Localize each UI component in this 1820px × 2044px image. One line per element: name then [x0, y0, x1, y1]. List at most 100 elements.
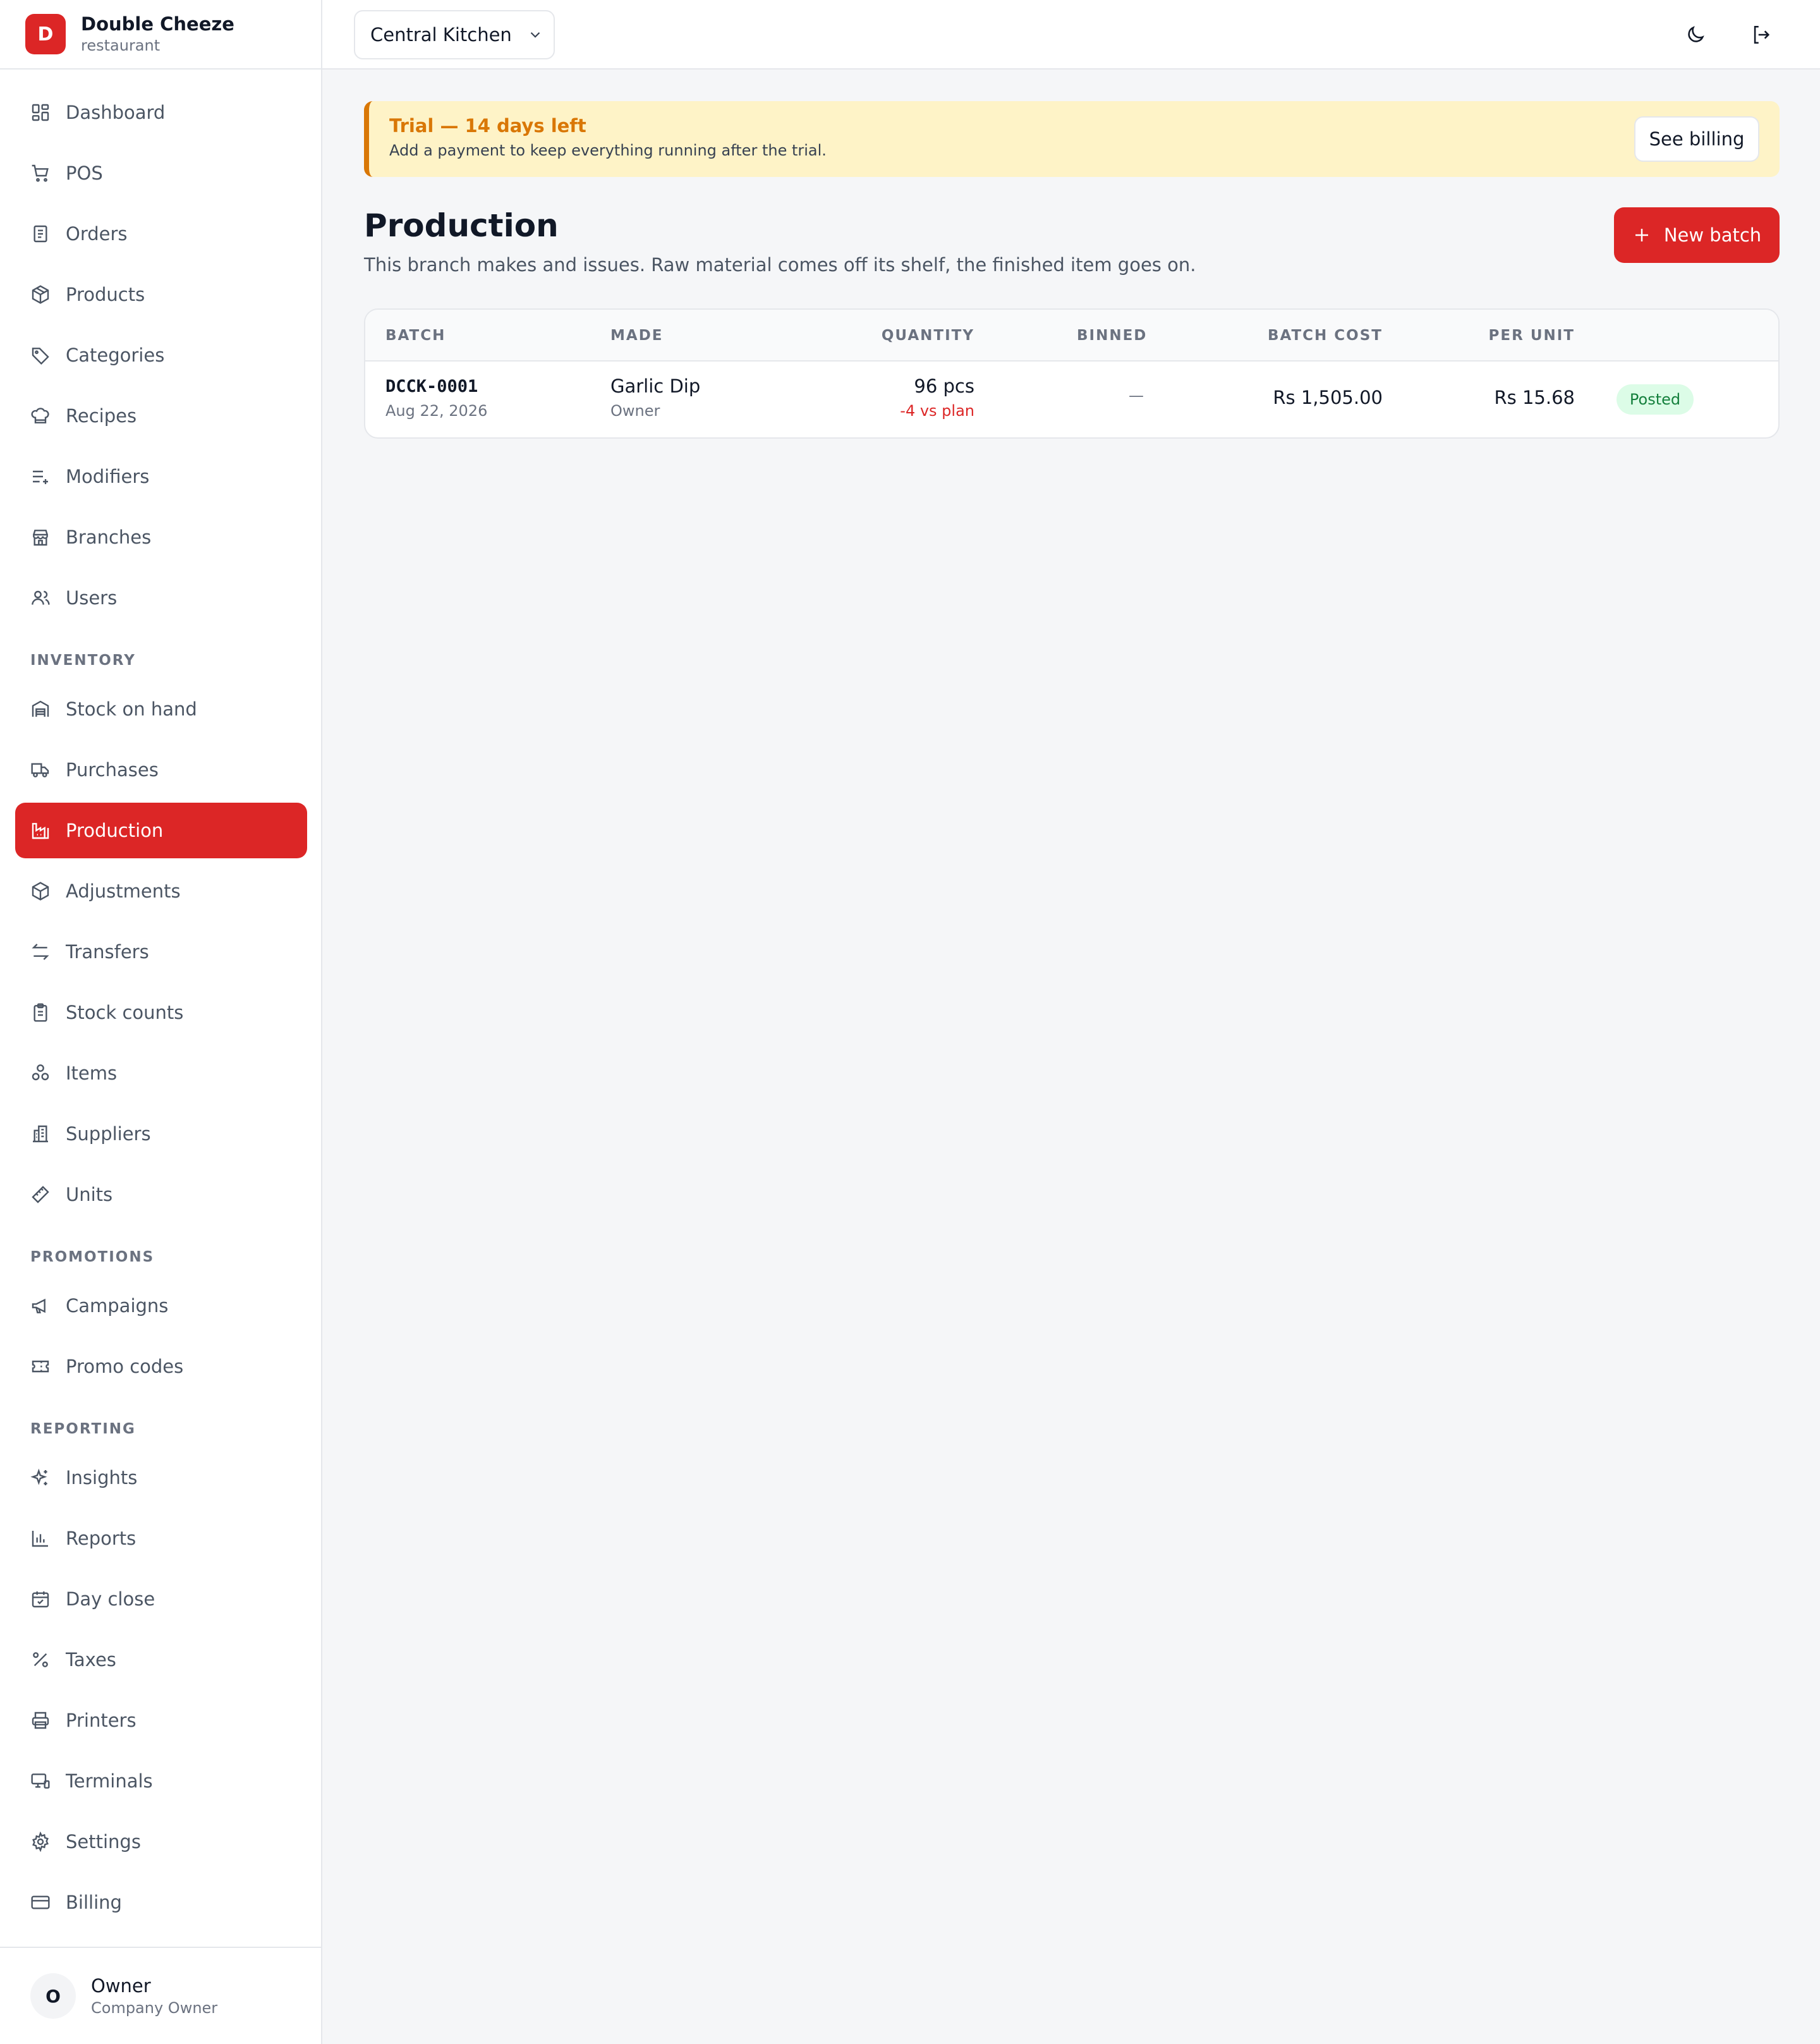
- sidebar-item-label: Recipes: [66, 405, 137, 427]
- sidebar-item-label: Categories: [66, 344, 165, 366]
- plus-icon: [1635, 229, 1648, 241]
- credit-card-icon: [31, 1895, 50, 1909]
- sidebar-item-label: Suppliers: [66, 1123, 151, 1145]
- sidebar-item-production[interactable]: Production: [15, 803, 307, 858]
- column-header[interactable]: MADE: [610, 327, 664, 344]
- percent-icon: [33, 1652, 48, 1667]
- sidebar-item-promo-codes[interactable]: Promo codes: [15, 1339, 307, 1394]
- sidebar-item-label: Terminals: [66, 1770, 153, 1792]
- sidebar-item-label: Promo codes: [66, 1356, 184, 1377]
- sidebar-item-label: Settings: [66, 1831, 141, 1852]
- per-unit-cost: Rs 15.68: [1494, 387, 1575, 408]
- sidebar-item-pos[interactable]: POS: [15, 145, 307, 201]
- logout-button[interactable]: [1744, 18, 1778, 52]
- sidebar-item-adjustments[interactable]: Adjustments: [15, 863, 307, 919]
- package-icon: [32, 285, 49, 304]
- tag-icon: [32, 348, 49, 365]
- moon-icon: [1688, 26, 1704, 42]
- clipboard-icon: [33, 1003, 47, 1022]
- sidebar-item-label: Branches: [66, 526, 152, 548]
- page-subtitle: This branch makes and issues. Raw materi…: [364, 254, 1196, 276]
- sidebar-item-taxes[interactable]: Taxes: [15, 1632, 307, 1688]
- sidebar-item-label: Adjustments: [66, 880, 181, 902]
- column-header[interactable]: PER UNIT: [1489, 327, 1575, 344]
- column-header[interactable]: BATCH COST: [1268, 327, 1383, 344]
- top-bar: Central Kitchen: [322, 0, 1820, 70]
- sidebar-item-orders[interactable]: Orders: [15, 206, 307, 262]
- receipt-icon: [33, 225, 47, 243]
- branch-select[interactable]: Central Kitchen: [354, 10, 555, 59]
- production-table: BATCH MADE QUANTITY BINNED BATCH COST PE…: [364, 308, 1780, 439]
- sidebar-item-transfers[interactable]: Transfers: [15, 924, 307, 980]
- sidebar-item-label: Production: [66, 820, 164, 841]
- boxes-icon: [32, 1064, 49, 1081]
- sidebar-item-products[interactable]: Products: [15, 267, 307, 322]
- ruler-icon: [32, 1186, 49, 1203]
- cart-icon: [32, 164, 49, 182]
- sidebar-item-suppliers[interactable]: Suppliers: [15, 1106, 307, 1162]
- sidebar-item-units[interactable]: Units: [15, 1167, 307, 1222]
- page-title: Production: [364, 207, 559, 244]
- sidebar: D Double Cheeze restaurant Dashboard POS…: [0, 0, 322, 2044]
- sidebar-item-billing[interactable]: Billing: [15, 1875, 307, 1930]
- sidebar-item-label: Products: [66, 284, 145, 305]
- section-inventory: INVENTORY: [30, 652, 136, 669]
- sidebar-item-users[interactable]: Users: [15, 570, 307, 626]
- sidebar-item-label: Insights: [66, 1467, 138, 1488]
- ticket-icon: [32, 1360, 49, 1373]
- sidebar-item-modifiers[interactable]: Modifiers: [15, 449, 307, 504]
- monitor-icon: [31, 1773, 50, 1789]
- sidebar-item-stock-counts[interactable]: Stock counts: [15, 985, 307, 1040]
- theme-toggle-button[interactable]: [1678, 18, 1713, 52]
- sidebar-item-label: POS: [66, 162, 103, 184]
- sidebar-item-label: Day close: [66, 1588, 155, 1610]
- list-plus-icon: [33, 470, 48, 484]
- sidebar-item-categories[interactable]: Categories: [15, 327, 307, 383]
- sidebar-item-settings[interactable]: Settings: [15, 1814, 307, 1870]
- avatar: O: [30, 1973, 76, 2019]
- status-badge: Posted: [1617, 384, 1694, 415]
- sidebar-item-printers[interactable]: Printers: [15, 1693, 307, 1748]
- sidebar-item-label: Stock counts: [66, 1002, 184, 1023]
- sidebar-item-day-close[interactable]: Day close: [15, 1571, 307, 1627]
- sidebar-item-label: Reports: [66, 1528, 136, 1549]
- sidebar-item-items[interactable]: Items: [15, 1045, 307, 1101]
- sidebar-item-terminals[interactable]: Terminals: [15, 1753, 307, 1809]
- table-header: BATCH MADE QUANTITY BINNED BATCH COST PE…: [365, 310, 1778, 362]
- sidebar-item-campaigns[interactable]: Campaigns: [15, 1278, 307, 1334]
- brand[interactable]: D Double Cheeze restaurant: [0, 0, 321, 70]
- column-header[interactable]: BATCH: [385, 327, 446, 344]
- printer-icon: [32, 1712, 49, 1729]
- factory-icon: [32, 823, 49, 839]
- brand-logo: D: [25, 14, 66, 54]
- sidebar-item-purchases[interactable]: Purchases: [15, 742, 307, 798]
- new-batch-label: New batch: [1663, 224, 1762, 246]
- sidebar-item-insights[interactable]: Insights: [15, 1450, 307, 1506]
- user-name: Owner: [91, 1975, 151, 1997]
- new-batch-button[interactable]: New batch: [1614, 207, 1780, 263]
- user-menu[interactable]: O Owner Company Owner: [0, 1947, 321, 2044]
- sidebar-item-stock-on-hand[interactable]: Stock on hand: [15, 681, 307, 737]
- sidebar-item-dashboard[interactable]: Dashboard: [15, 85, 307, 140]
- trial-banner: Trial — 14 days left Add a payment to ke…: [364, 101, 1780, 177]
- sidebar-item-label: Stock on hand: [66, 698, 197, 720]
- calendar-check-icon: [32, 1591, 49, 1608]
- users-icon: [32, 590, 50, 605]
- gear-icon: [32, 1832, 49, 1852]
- sidebar-item-label: Purchases: [66, 759, 159, 781]
- see-billing-button[interactable]: See billing: [1634, 116, 1759, 162]
- sparkles-icon: [30, 1468, 47, 1485]
- sidebar-item-label: Transfers: [66, 941, 149, 963]
- sidebar-item-recipes[interactable]: Recipes: [15, 388, 307, 444]
- column-header[interactable]: BINNED: [1077, 327, 1147, 344]
- sidebar-item-branches[interactable]: Branches: [15, 509, 307, 565]
- batch-code[interactable]: DCCK-0001: [385, 377, 478, 396]
- section-promotions: PROMOTIONS: [30, 1249, 155, 1265]
- column-header[interactable]: QUANTITY: [882, 327, 974, 344]
- trial-title: Trial — 14 days left: [389, 115, 586, 137]
- sidebar-item-label: Printers: [66, 1710, 136, 1731]
- sidebar-item-reports[interactable]: Reports: [15, 1511, 307, 1566]
- sidebar-item-label: Dashboard: [66, 102, 166, 123]
- user-role: Company Owner: [91, 1999, 218, 2017]
- made-item: Garlic Dip: [610, 375, 701, 397]
